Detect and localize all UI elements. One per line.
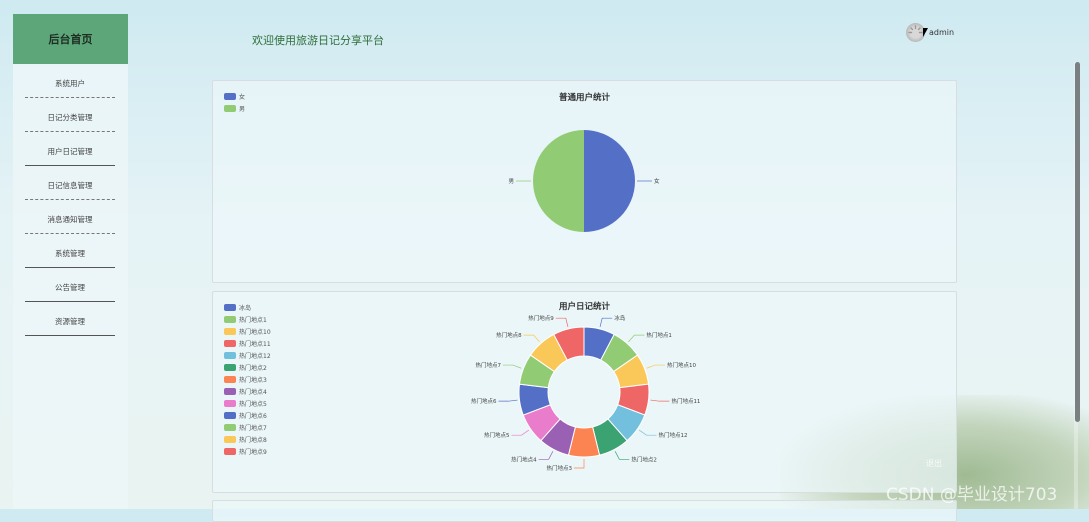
sidebar-home-button[interactable]: 后台首页 bbox=[13, 14, 128, 64]
slice-label-line bbox=[614, 451, 630, 460]
sidebar-item-announcement[interactable]: 公告管理 bbox=[25, 268, 115, 302]
slice-label: 热门地点2 bbox=[631, 455, 657, 463]
slice-label: 热门地点7 bbox=[475, 361, 501, 369]
username[interactable]: admin bbox=[929, 28, 954, 37]
sidebar-item-system-users[interactable]: 系统用户 bbox=[25, 64, 115, 98]
slice-label: 热门地点5 bbox=[484, 431, 510, 439]
slice-label: 男 bbox=[508, 178, 514, 185]
sidebar-menu: 系统用户 日记分类管理 用户日记管理 日记信息管理 消息通知管理 系统管理 公告… bbox=[13, 64, 128, 336]
watermark-text: CSDN @毕业设计703 bbox=[886, 485, 1058, 505]
slice-label-line bbox=[628, 334, 645, 343]
welcome-title: 欢迎使用旅游日记分享平台 bbox=[252, 34, 384, 47]
third-chart-card bbox=[212, 500, 957, 522]
slice-label-line bbox=[555, 317, 569, 328]
diary-stats-donut-chart: 冰岛热门地点1 热门地点10 热门地点11 热门地点12 热门地点2 热门地点3 热门地点4… bbox=[471, 314, 700, 472]
sidebar-item-user-diary[interactable]: 用户日记管理 bbox=[25, 132, 115, 166]
sidebar-item-diary-category[interactable]: 日记分类管理 bbox=[25, 98, 115, 132]
slice-label-line bbox=[498, 399, 518, 402]
logout-link[interactable]: 退出 bbox=[926, 458, 942, 469]
slice-label-line bbox=[502, 364, 522, 369]
mouse-cursor-icon bbox=[923, 28, 928, 37]
sidebar-title: 后台首页 bbox=[48, 33, 93, 46]
slice-label: 女 bbox=[654, 177, 660, 185]
pie-slice[interactable] bbox=[584, 130, 635, 232]
sidebar: 后台首页 系统用户 日记分类管理 用户日记管理 日记信息管理 消息通知管理 系统… bbox=[13, 14, 128, 509]
slice-label: 热门地点1 bbox=[646, 331, 672, 339]
sidebar-item-notification[interactable]: 消息通知管理 bbox=[25, 200, 115, 234]
slice-label: 热门地点3 bbox=[547, 464, 573, 472]
user-stats-pie-chart: 女男 bbox=[508, 130, 660, 232]
slice-label: 热门地点10 bbox=[667, 361, 696, 369]
slice-label-line bbox=[650, 399, 670, 402]
slice-label: 热门地点4 bbox=[511, 455, 537, 463]
user-stats-card: 普通用户统计 女男 女男 bbox=[212, 80, 957, 283]
user-menu[interactable]: admin bbox=[906, 22, 954, 42]
sidebar-item-resource[interactable]: 资源管理 bbox=[25, 302, 115, 336]
slice-label: 热门地点9 bbox=[528, 314, 554, 322]
slice-label: 热门地点6 bbox=[471, 397, 497, 405]
sidebar-item-diary-info[interactable]: 日记信息管理 bbox=[25, 166, 115, 200]
slice-label-line bbox=[538, 451, 554, 460]
slice-label: 热门地点8 bbox=[496, 331, 522, 339]
slice-label: 热门地点11 bbox=[671, 397, 700, 405]
slice-label-line bbox=[574, 459, 585, 469]
pie-slice[interactable] bbox=[533, 130, 584, 232]
slice-label-line bbox=[599, 317, 613, 328]
sidebar-item-system-management[interactable]: 系统管理 bbox=[25, 234, 115, 268]
slice-label-line bbox=[523, 334, 540, 343]
slice-label-line bbox=[646, 364, 666, 369]
slice-label: 冰岛 bbox=[614, 314, 626, 322]
slice-label-line bbox=[511, 429, 530, 436]
slice-label: 热门地点12 bbox=[659, 431, 688, 439]
diary-stats-card: 用户日记统计 冰岛 热门地点1 热门地点10 热门地点11 热门地点12 热门地点2 热门地… bbox=[212, 291, 957, 493]
slice-label-line bbox=[638, 429, 657, 436]
scrollbar-thumb[interactable] bbox=[1075, 62, 1080, 422]
